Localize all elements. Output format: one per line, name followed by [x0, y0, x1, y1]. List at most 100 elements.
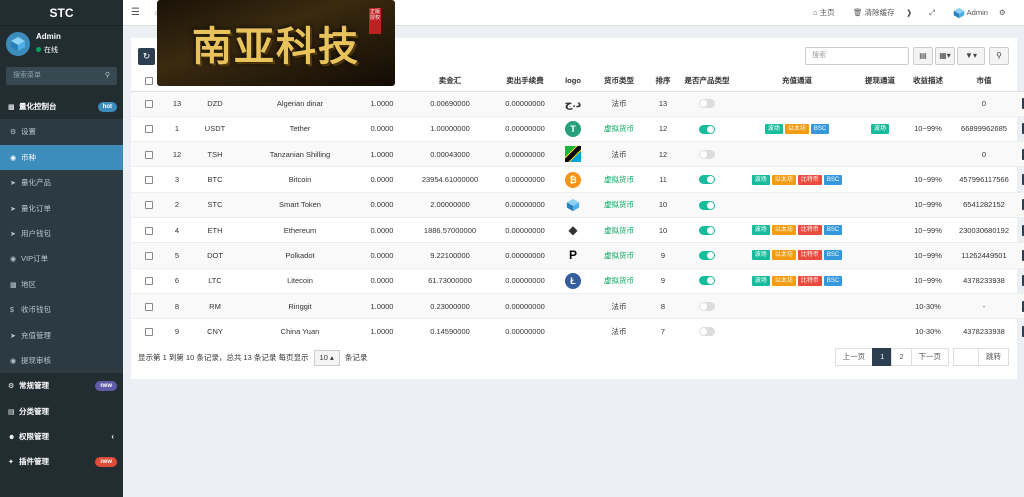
product-type-toggle[interactable]: [699, 276, 715, 286]
settings-gear-icon[interactable]: ⚙: [999, 0, 1006, 26]
product-type-toggle[interactable]: [699, 251, 715, 261]
page-1-button[interactable]: 1: [872, 348, 893, 366]
sidebar-item-1[interactable]: ⚙ 设置: [0, 119, 123, 145]
advanced-search-button[interactable]: ⚲: [989, 47, 1009, 65]
sidebar-item-14[interactable]: ✦ 插件管理 new: [0, 449, 123, 474]
sidebar-item-12[interactable]: ▤ 分类管理: [0, 399, 123, 424]
table-row[interactable]: 3 BTC Bitcoin 0.0000 23954.61000000 0.0000000…: [131, 166, 1024, 193]
table-cell: [131, 115, 167, 142]
row-checkbox[interactable]: [145, 176, 153, 185]
topbar-user[interactable]: Admin: [953, 0, 988, 26]
cell-fee: 0.00000000: [505, 276, 545, 286]
sidebar-item-6[interactable]: ◉ VIP订单: [0, 246, 123, 272]
page-2-button[interactable]: 2: [891, 348, 912, 366]
row-checkbox[interactable]: [145, 100, 153, 109]
columns-button[interactable]: ▦▾: [935, 47, 955, 65]
cell-id: 12: [172, 149, 182, 159]
product-type-toggle[interactable]: [699, 200, 715, 210]
column-header[interactable]: 排序: [649, 71, 677, 92]
column-header[interactable]: logo: [557, 71, 589, 92]
dashboard-icon: ▩: [8, 104, 15, 111]
toggle-view-button[interactable]: ▤: [913, 47, 933, 65]
page-size-select[interactable]: 10 ▴: [313, 350, 340, 366]
content-panel: ↻ + 搜索 ▤ ▦▾ ▼▾ ⚲ 卖金汇卖出手续费logo货币类型排序是否产品类…: [131, 38, 1024, 379]
table-row[interactable]: 1 USDT Tether 0.0000 1.00000000 0.00000000 T 虚拟…: [131, 115, 1024, 142]
product-type-toggle[interactable]: [699, 327, 715, 337]
product-type-toggle[interactable]: [699, 99, 715, 109]
table-row[interactable]: 13 DZD Algerian dinar 1.0000 0.00690000 0.000…: [131, 90, 1024, 117]
cell-fee: 0.00000000: [505, 301, 545, 311]
product-type-toggle[interactable]: [699, 124, 715, 134]
fullscreen-icon[interactable]: ⤢: [929, 0, 935, 26]
column-header[interactable]: 卖出手续费: [493, 71, 557, 92]
table-cell: [677, 242, 737, 269]
cell-value: 0.0000: [370, 175, 394, 185]
column-header[interactable]: 充值通道: [737, 71, 857, 92]
clear-cache-button[interactable]: 🗑 清除缓存: [853, 0, 895, 26]
table-row[interactable]: 6 LTC Litecoin 0.0000 61.73000000 0.00000000 Ł…: [131, 267, 1024, 294]
home-link[interactable]: ⌂ 主页: [813, 0, 835, 26]
sidebar-item-8[interactable]: $ 收币钱包: [0, 297, 123, 323]
product-type-toggle[interactable]: [699, 175, 715, 185]
row-checkbox[interactable]: [145, 226, 153, 235]
sidebar-item-9[interactable]: ➤ 充值管理: [0, 322, 123, 348]
product-type-toggle[interactable]: [699, 225, 715, 235]
sidebar-item-2[interactable]: ◉ 币种: [0, 144, 123, 171]
prev-page-button[interactable]: 上一页: [834, 348, 874, 366]
table-cell: 10-30%: [903, 318, 953, 344]
app-logo[interactable]: STC: [0, 0, 123, 26]
cell-type: 虚拟货币: [604, 225, 634, 235]
row-checkbox[interactable]: [145, 328, 153, 337]
row-checkbox[interactable]: [145, 125, 153, 134]
product-type-toggle[interactable]: [699, 150, 715, 159]
table-cell: 法币: [589, 141, 649, 167]
sidebar-item-5[interactable]: ➤ 用户钱包: [0, 220, 123, 247]
sidebar-item-4[interactable]: ➤ 量化订单: [0, 195, 123, 221]
sidebar-item-10[interactable]: ◉ 提现审核: [0, 347, 123, 374]
jump-button[interactable]: 跳转: [978, 348, 1009, 366]
row-checkbox[interactable]: [145, 277, 153, 286]
table-row[interactable]: 8 RM Ringgit 1.0000 0.23000000 0.00000000 法币 8 1…: [131, 292, 1024, 319]
table-row[interactable]: 4 ETH Ethereum 0.0000 1886.57000000 0.0000000…: [131, 216, 1024, 243]
hamburger-icon[interactable]: ☰: [131, 0, 140, 26]
table-cell: DOT: [187, 242, 243, 269]
sidebar-item-11[interactable]: ⚙ 常规管理 new: [0, 373, 123, 398]
select-all-checkbox[interactable]: [145, 77, 153, 86]
column-header[interactable]: 货币类型: [589, 71, 649, 92]
table-cell: [131, 242, 167, 269]
table-cell: Ringgit: [243, 292, 357, 319]
deposit-channel-tag: 以太坊: [784, 123, 809, 134]
next-page-button[interactable]: 下一页: [910, 348, 949, 366]
table-search-input[interactable]: 搜索: [805, 47, 909, 65]
row-checkbox[interactable]: [145, 201, 153, 210]
sidebar-item-0[interactable]: ▩ 量化控制台 hot: [0, 94, 123, 119]
column-header[interactable]: 提现通道: [857, 71, 903, 92]
sidebar-item-label: 地区: [21, 279, 36, 289]
row-checkbox[interactable]: [145, 150, 153, 159]
jump-page-input[interactable]: [953, 348, 979, 366]
column-header[interactable]: 市值: [953, 71, 1015, 92]
column-header[interactable]: 操作: [1015, 71, 1024, 92]
export-button[interactable]: ▼▾: [957, 47, 985, 65]
column-header[interactable]: 收益描述: [903, 71, 953, 92]
sidebar-item-7[interactable]: ▩ 地区: [0, 271, 123, 298]
table-cell: 波场 以太坊 比特币 BSC: [737, 216, 857, 243]
cell-rate: 1.00000000: [430, 124, 470, 134]
table-row[interactable]: 9 CNY China Yuan 1.0000 0.14590000 0.00000000…: [131, 318, 1024, 344]
menu-search-input[interactable]: 搜索菜单 ⚲: [6, 67, 117, 85]
row-checkbox[interactable]: [145, 251, 153, 260]
sidebar-item-3[interactable]: ➤ 量化产品: [0, 170, 123, 196]
product-type-toggle[interactable]: [699, 301, 715, 311]
table-row[interactable]: 2 STC Smart Token 0.0000 2.00000000 0.0000000…: [131, 191, 1024, 218]
cell-type: 法币: [611, 327, 627, 337]
column-header[interactable]: 卖金汇: [407, 71, 493, 92]
row-checkbox[interactable]: [145, 302, 153, 311]
table-row[interactable]: 12 TSH Tanzanian Shilling 1.0000 0.00043000 0…: [131, 141, 1024, 167]
sidebar-item-13[interactable]: ☻ 权限管理 ‹: [0, 424, 123, 449]
column-header[interactable]: 是否产品类型: [677, 71, 737, 92]
search-icon[interactable]: ⚲: [105, 67, 110, 85]
table-cell: ✚✎■: [1015, 318, 1024, 344]
table-row[interactable]: 5 DOT Polkadot 0.0000 9.22100000 0.00000000 P 虚…: [131, 242, 1024, 269]
language-icon[interactable]: ❱: [906, 0, 912, 26]
refresh-button[interactable]: ↻: [138, 48, 155, 65]
